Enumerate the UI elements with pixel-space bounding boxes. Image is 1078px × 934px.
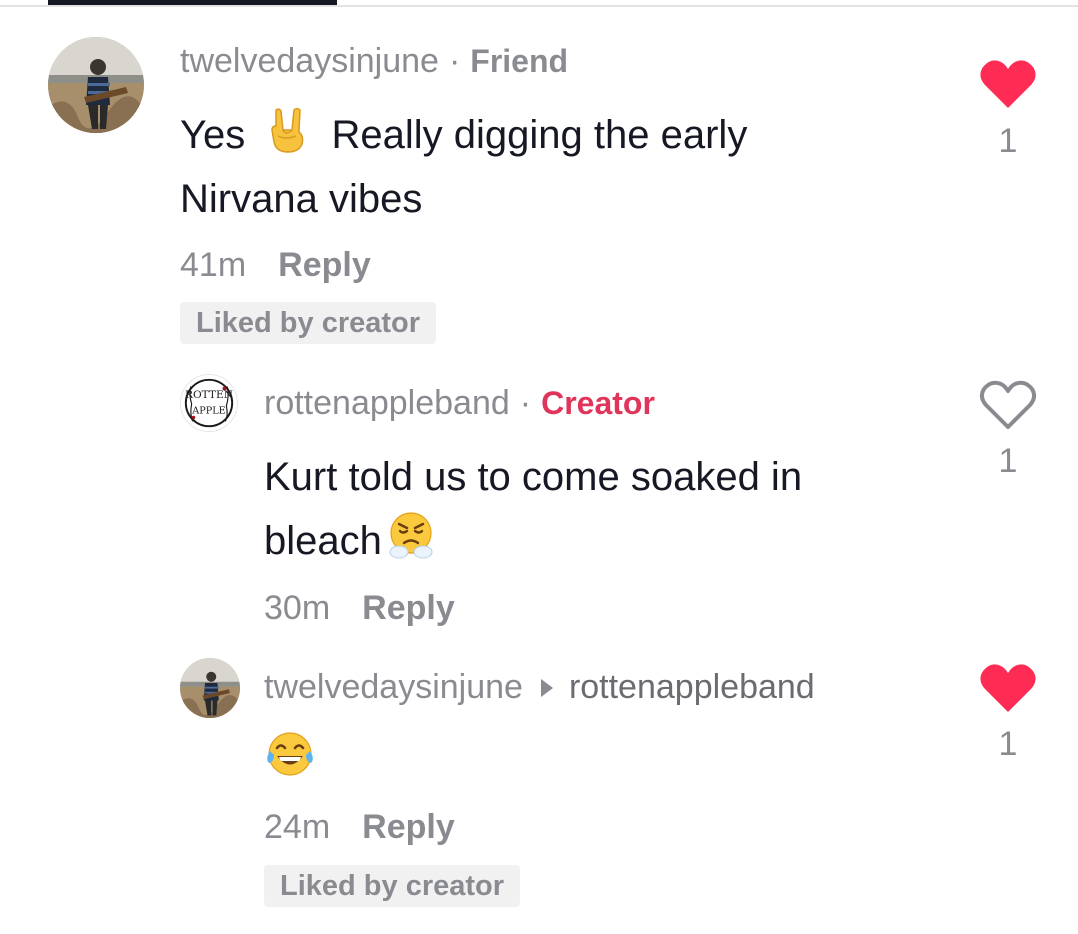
comment-text-part: bleach [264,519,382,563]
username[interactable]: twelvedaysinjune [180,42,439,81]
like-count: 1 [998,122,1018,160]
liked-by-creator-badge: Liked by creator [180,302,437,344]
comment-header: twelvedaysinjune rottenappleband [264,668,815,707]
friend-tag: Friend [470,43,569,79]
reply-button[interactable]: Reply [278,246,371,285]
avatar-rottenappleband[interactable]: ROTTEN APPLE [180,374,238,432]
comment-meta: 30m Reply [264,589,455,628]
rock-on-hand-emoji [266,106,310,154]
username[interactable]: rottenappleband [264,384,510,423]
avatar-twelvedaysinjune[interactable] [180,658,240,718]
comment-header: rottenappleband · Creator [264,384,655,423]
reply-arrow-icon [540,678,553,697]
heart-outline-icon [979,380,1037,429]
comment-text: Kurt told us to come soaked in bleach [264,445,904,573]
creator-tag: Creator [541,385,655,421]
like-button[interactable] [979,662,1037,714]
like-count: 1 [998,442,1018,480]
comment-header: twelvedaysinjune · Friend [180,42,568,81]
comment-time: 30m [264,589,331,627]
reply-target-username[interactable]: rottenappleband [569,668,815,707]
comment-meta: 24m Reply [264,808,455,847]
reply-button[interactable]: Reply [362,589,455,628]
liked-by-creator-badge: Liked by creator [264,865,521,907]
top-divider [0,5,1078,7]
comment-text [264,728,316,792]
avatar-twelvedaysinjune[interactable] [48,37,144,133]
comment-meta: 41m Reply [180,246,371,285]
comment-text-part: Yes [180,113,246,157]
logo-text: ROTTEN [185,388,233,401]
username[interactable]: twelvedaysinjune [264,668,523,707]
heart-filled-icon [980,60,1036,108]
heart-filled-icon [980,664,1036,712]
tears-of-joy-emoji [264,729,316,779]
comment-time: 41m [180,246,247,284]
like-button[interactable] [979,379,1037,431]
comment-text: Yes Really digging the early Nirvana vib… [180,103,880,231]
steam-from-nose-emoji [386,510,436,560]
separator: · [448,42,461,80]
comment-time: 24m [264,808,331,846]
reply-button[interactable]: Reply [362,808,455,847]
comment-text-part: Nirvana vibes [180,177,423,221]
comment-text-part: Kurt told us to come soaked in [264,455,803,499]
comment-text-part: Really digging the early [331,113,748,157]
like-button[interactable] [979,58,1037,110]
like-count: 1 [998,725,1018,763]
separator: · [519,384,532,422]
logo-text: APPLE [191,406,225,417]
